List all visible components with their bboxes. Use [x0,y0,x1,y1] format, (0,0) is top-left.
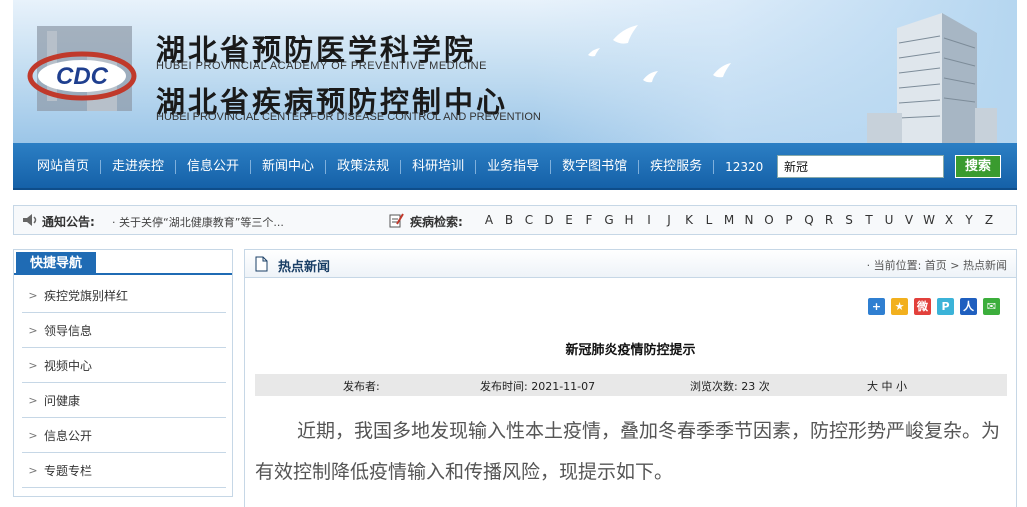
chevron-right-icon: > [28,288,38,302]
title-en-academy: HUBEI PROVINCIAL ACADEMY OF PREVENTIVE M… [156,60,487,72]
notice-label: 通知公告: [42,215,95,229]
disease-search-label: 疾病检索: [410,215,463,229]
letter-link[interactable]: F [579,213,599,227]
share-more-icon[interactable]: + [868,298,885,315]
chevron-right-icon: > [28,358,38,372]
sidebar-item[interactable]: > 专题专栏 [22,453,226,488]
main-nav: 网站首页 走进疾控 信息公开 新闻中心 政策法规 科研培训 业务指导 数字图书馆… [13,143,1017,190]
chevron-right-icon: > [28,393,38,407]
letter-link[interactable]: Z [979,213,999,227]
article-panel-header: 热点新闻 · 当前位置: 首页 > 热点新闻 [245,250,1016,278]
letter-link[interactable]: W [919,213,939,227]
share-qzone-icon[interactable]: ★ [891,298,908,315]
view-count: 浏览次数: 23 次 [690,380,770,393]
letter-link[interactable]: U [879,213,899,227]
breadcrumb[interactable]: · 当前位置: 首页 > 热点新闻 [867,257,1007,273]
nav-item-policy[interactable]: 政策法规 [326,159,402,174]
quick-nav-title: 快捷导航 [16,252,96,275]
letter-link[interactable]: R [819,213,839,227]
publisher-label: 发布者: [343,380,380,393]
letter-link[interactable]: H [619,213,639,227]
letter-index: A B C D E F G H I J K L M N O P Q R S T … [479,213,999,227]
header-banner: CDC 湖北省预防医学科学院 HUBEI PROVINCIAL ACADEMY … [13,0,1017,143]
sidebar-item-label: 疾控党旗别样红 [44,288,129,303]
article-title: 新冠肺炎疫情防控提示 [565,343,696,358]
nav-item-guidance[interactable]: 业务指导 [476,159,552,174]
publish-time: 发布时间: 2021-11-07 [480,380,596,393]
letter-link[interactable]: V [899,213,919,227]
nav-item-services[interactable]: 疾控服务 [639,159,715,174]
letter-link[interactable]: M [719,213,739,227]
notice-bar: 通知公告: · 关于关停“湖北健康教育”等三个... 疾病检索: A B C D… [13,205,1017,235]
letter-link[interactable]: J [659,213,679,227]
nav-item-news[interactable]: 新闻中心 [251,159,327,174]
letter-link[interactable]: N [739,213,759,227]
document-icon [255,256,268,272]
letter-link[interactable]: T [859,213,879,227]
letter-link[interactable]: G [599,213,619,227]
nav-item-info[interactable]: 信息公开 [176,159,252,174]
letter-link[interactable]: C [519,213,539,227]
sidebar-item-label: 信息公开 [44,428,93,443]
chevron-right-icon: > [28,323,38,337]
letter-link[interactable]: P [779,213,799,227]
sidebar-item[interactable]: > 疾控党旗别样红 [22,278,226,313]
share-wechat-icon[interactable]: ✉ [983,298,1000,315]
sidebar-item[interactable]: > 问健康 [22,383,226,418]
letter-link[interactable]: K [679,213,699,227]
letter-link[interactable]: L [699,213,719,227]
letter-link[interactable]: Y [959,213,979,227]
sidebar-item-label: 领导信息 [44,323,93,338]
svg-text:CDC: CDC [56,63,109,90]
building-image [867,13,997,143]
article-body: 近期，我国多地发现输入性本土疫情，叠加冬春季季节因素，防控形势严峻复杂。为有效控… [255,420,1001,483]
letter-link[interactable]: A [479,213,499,227]
letter-link[interactable]: S [839,213,859,227]
letter-link[interactable]: B [499,213,519,227]
nav-item-library[interactable]: 数字图书馆 [551,159,640,174]
nav-item-hotline[interactable]: 12320 [714,160,774,174]
notice-link[interactable]: · 关于关停“湖北健康教育”等三个... [112,214,284,230]
search-button[interactable]: 搜索 [955,155,1001,178]
cdc-logo[interactable]: CDC [27,26,147,116]
search-input[interactable] [777,155,944,178]
sidebar-item-label: 问健康 [44,393,81,408]
letter-link[interactable]: I [639,213,659,227]
letter-link[interactable]: E [559,213,579,227]
share-toolbar: + ★ 微 P 人 ✉ [868,298,1006,315]
sidebar-item-label: 专题专栏 [44,463,93,478]
chevron-right-icon: > [28,463,38,477]
chevron-right-icon: > [28,428,38,442]
quick-nav-panel: 快捷导航 > 疾控党旗别样红 > 领导信息 > 视频中心 > 问健康 > 信息公开 > 专题… [13,249,233,497]
letter-link[interactable]: Q [799,213,819,227]
share-weibo-icon[interactable]: 微 [914,298,931,315]
sidebar-item-label: 视频中心 [44,358,93,373]
share-renren-icon[interactable]: 人 [960,298,977,315]
letter-link[interactable]: O [759,213,779,227]
nav-item-research[interactable]: 科研培训 [401,159,477,174]
article-meta-bar: 发布者: 发布时间: 2021-11-07 浏览次数: 23 次 大 中 小 [255,374,1007,396]
letter-link[interactable]: X [939,213,959,227]
sidebar-item[interactable]: > 信息公开 [22,418,226,453]
speaker-icon [23,214,37,226]
title-en-center: HUBEI PROVINCIAL CENTER FOR DISEASE CONT… [156,111,541,123]
font-size-switch[interactable]: 大 中 小 [867,378,907,394]
sidebar-item[interactable]: > 领导信息 [22,313,226,348]
letter-link[interactable]: D [539,213,559,227]
sidebar-item[interactable]: > 视频中心 [22,348,226,383]
nav-item-about[interactable]: 走进疾控 [101,159,177,174]
nav-item-home[interactable]: 网站首页 [25,159,102,174]
edit-icon [389,213,404,228]
share-tencent-icon[interactable]: P [937,298,954,315]
quick-nav-header: 快捷导航 [14,250,232,275]
section-title: 热点新闻 [278,260,331,275]
article-panel: 热点新闻 · 当前位置: 首页 > 热点新闻 + ★ 微 P 人 ✉ 新冠肺炎疫… [244,249,1017,507]
doves-decoration [588,25,731,83]
